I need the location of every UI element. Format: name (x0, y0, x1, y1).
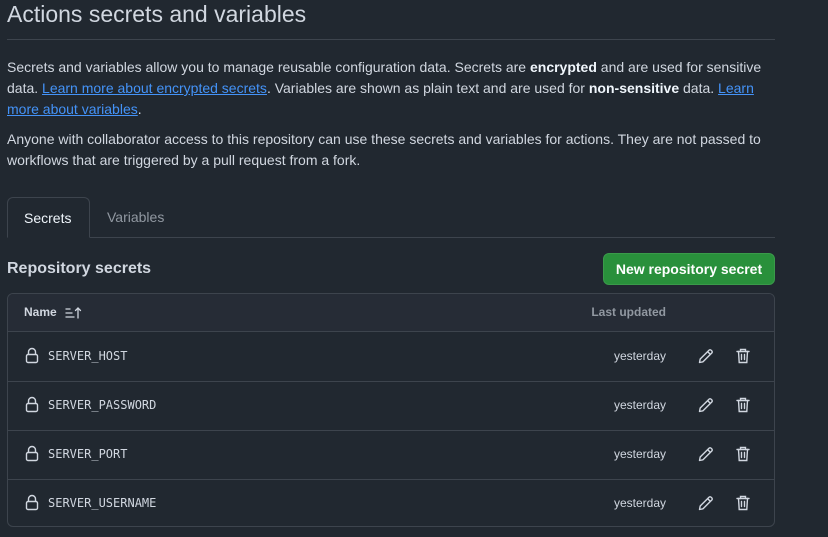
trash-icon[interactable] (734, 347, 752, 365)
column-header-last-updated: Last updated (591, 305, 666, 319)
pencil-icon[interactable] (697, 347, 715, 365)
secret-name: SERVER_PASSWORD (48, 398, 157, 412)
settings-page: Actions secrets and variables Secrets an… (0, 0, 828, 537)
lock-icon (25, 494, 39, 511)
trash-icon[interactable] (734, 396, 752, 414)
page-title: Actions secrets and variables (7, 1, 307, 27)
tab-bar: Secrets Variables (7, 197, 775, 238)
tab-secrets[interactable]: Secrets (7, 197, 90, 238)
lock-icon (25, 347, 39, 364)
pencil-icon[interactable] (697, 445, 715, 463)
pencil-icon[interactable] (697, 494, 715, 512)
trash-icon[interactable] (734, 494, 752, 512)
trash-icon[interactable] (734, 445, 752, 463)
title-divider (7, 39, 775, 40)
table-row: SERVER_HOST yesterday (8, 332, 774, 382)
description-paragraph: Secrets and variables allow you to manag… (7, 57, 775, 120)
collaborator-notice: Anyone with collaborator access to this … (7, 131, 761, 168)
secret-name: SERVER_HOST (48, 349, 128, 363)
table-row: SERVER_PORT yesterday (8, 430, 774, 480)
description-text: data. (679, 80, 719, 96)
secret-name: SERVER_USERNAME (48, 496, 157, 510)
description-text: Secrets and variables allow you to manag… (7, 59, 530, 75)
tab-variables[interactable]: Variables (91, 197, 180, 237)
last-updated-value: yesterday (613, 349, 666, 363)
secret-name: SERVER_PORT (48, 447, 128, 461)
pencil-icon[interactable] (697, 396, 715, 414)
lock-icon (25, 445, 39, 462)
new-repository-secret-button[interactable]: New repository secret (603, 253, 775, 285)
sort-ascending-icon[interactable] (65, 306, 83, 320)
lock-icon (25, 396, 39, 413)
secrets-table: Name Last updated SERVER_HOST yesterday … (7, 293, 775, 527)
description-emphasis-encrypted: encrypted (529, 59, 597, 75)
table-row: SERVER_PASSWORD yesterday (8, 381, 774, 431)
table-header: Name Last updated (8, 294, 774, 332)
repository-secrets-heading: Repository secrets (7, 260, 152, 277)
description-text: . (137, 101, 142, 117)
encrypted-secrets-link[interactable]: Learn more about encrypted secrets (42, 80, 267, 96)
last-updated-value: yesterday (613, 447, 666, 461)
column-header-name: Name (24, 305, 57, 319)
description-text: . Variables are shown as plain text and … (266, 80, 589, 96)
last-updated-value: yesterday (613, 398, 666, 412)
last-updated-value: yesterday (613, 496, 666, 510)
description-emphasis-non-sensitive: non-sensitive (588, 80, 680, 96)
table-row: SERVER_USERNAME yesterday (8, 479, 774, 526)
